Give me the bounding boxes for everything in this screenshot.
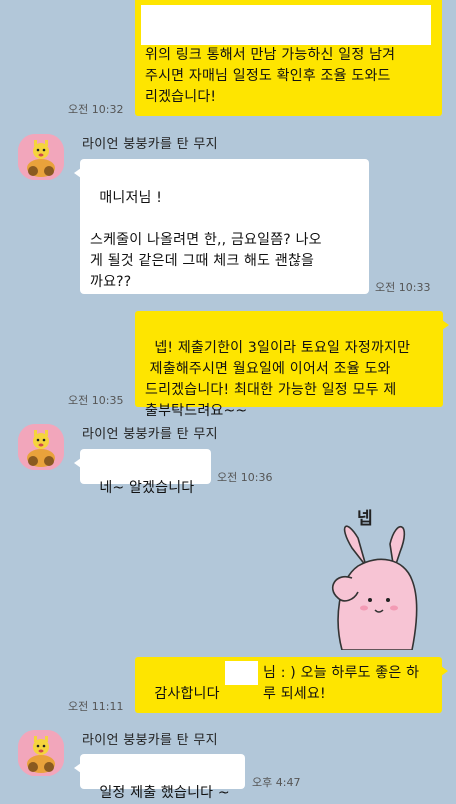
message-time: 오전 10:36 [217,471,273,484]
message-time: 오전 10:35 [68,394,124,407]
message-text: 일정 제출 했습니다 ~ [99,785,230,801]
sender-name: 라이언 붕붕카를 탄 무지 [82,427,218,442]
their-message[interactable]: 일정 제출 했습니다 ~ [74,754,245,801]
sender-name: 라이언 붕붕카를 탄 무지 [82,137,218,152]
chat-screen: { "sender_name": "라이언 붕붕카를 탄 무지", "messa… [0,0,456,801]
my-message[interactable]: 감사합니다 님 : ) 오늘 하루도 좋은 하 루 되세요! [135,657,448,713]
sticker[interactable]: 넵 [318,500,442,650]
message-text: 넵! 제출기한이 3일이라 토요일 자정까지만 제출해주시면 월요일에 이어서 … [145,340,411,419]
message-time: 오후 4:47 [252,776,301,789]
muzi-ryan-car-icon [18,424,64,470]
message-time: 오전 10:32 [68,103,124,116]
message-time: 오전 10:33 [375,281,431,294]
avatar[interactable] [18,730,64,776]
muzi-ryan-car-icon [18,730,64,776]
redacted-link[interactable] [141,5,431,45]
pink-bunny-salute-icon [332,525,418,650]
message-text: 위의 링크 통해서 만남 가능하신 일정 남겨 주시면 자매님 일정도 확인후 … [145,47,396,105]
message-text: 매니저님 ! 스케줄이 나올려면 한,, 금요일쯤? 나오 게 될것 같은데 그… [90,190,322,290]
message-time: 오전 11:11 [68,700,124,713]
redacted-name [225,661,258,685]
my-message-link[interactable]: 위의 링크 통해서 만남 가능하신 일정 남겨 주시면 자매님 일정도 확인후 … [135,0,442,116]
my-message[interactable]: 넵! 제출기한이 3일이라 토요일 자정까지만 제출해주시면 월요일에 이어서 … [135,311,449,419]
avatar[interactable] [18,424,64,470]
sender-name: 라이언 붕붕카를 탄 무지 [82,733,218,748]
message-text-after: 님 : ) 오늘 하루도 좋은 하 루 되세요! [263,665,420,702]
muzi-ryan-car-icon [18,134,64,180]
their-message[interactable]: 네~ 알겠습니다 [74,449,211,496]
avatar[interactable] [18,134,64,180]
message-text: 네~ 알겠습니다 [99,480,195,496]
their-message[interactable]: 매니저님 ! 스케줄이 나올려면 한,, 금요일쯤? 나오 게 될것 같은데 그… [74,159,369,294]
message-text-before: 감사합니다 [154,686,220,702]
